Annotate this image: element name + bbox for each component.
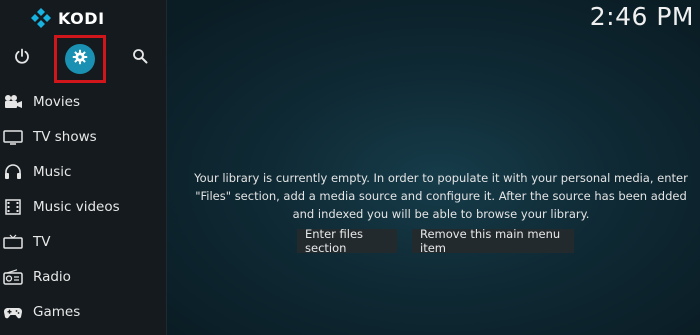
- menu-item-radio[interactable]: Radio: [0, 259, 166, 294]
- enter-files-section-button[interactable]: Enter files section: [297, 227, 397, 255]
- menu-label: TV: [33, 233, 51, 250]
- action-buttons: Enter files section Remove this main men…: [297, 227, 589, 255]
- movie-camera-icon: [2, 91, 24, 113]
- menu-item-tv-shows[interactable]: TV shows: [0, 119, 166, 154]
- gear-icon: [72, 49, 88, 69]
- menu-item-music-videos[interactable]: Music videos: [0, 189, 166, 224]
- headphones-icon: [2, 161, 24, 183]
- power-icon[interactable]: [2, 36, 42, 76]
- tv-icon: [2, 126, 24, 148]
- top-icon-bar: [0, 35, 166, 83]
- menu-label: Radio: [33, 268, 71, 285]
- clock: 2:46 PM: [589, 2, 694, 31]
- gamepad-icon: [2, 301, 24, 323]
- kodi-home-screen: KODI Movies TV shows Music Music videos …: [0, 0, 700, 335]
- menu-label: Music: [33, 163, 72, 180]
- menu-label: Games: [33, 303, 81, 320]
- menu-item-music[interactable]: Music: [0, 154, 166, 189]
- empty-library-message: Your library is currently empty. In orde…: [194, 171, 688, 221]
- menu-label: Music videos: [33, 198, 120, 215]
- settings-circle: [65, 44, 95, 74]
- remove-main-menu-item-button[interactable]: Remove this main menu item: [412, 227, 574, 255]
- menu-label: Movies: [33, 93, 80, 110]
- menu-item-games[interactable]: Games: [0, 294, 166, 329]
- logo-text: KODI: [58, 8, 105, 28]
- film-strip-icon: [2, 196, 24, 218]
- tv-antenna-icon: [2, 231, 24, 253]
- kodi-logo: KODI: [30, 6, 105, 30]
- search-icon[interactable]: [120, 36, 160, 76]
- main-menu: Movies TV shows Music Music videos TV Ra…: [0, 84, 166, 329]
- menu-item-movies[interactable]: Movies: [0, 84, 166, 119]
- settings-button[interactable]: [54, 35, 106, 83]
- kodi-logo-icon: [30, 7, 52, 29]
- radio-icon: [2, 266, 24, 288]
- menu-label: TV shows: [33, 128, 97, 145]
- sidebar: KODI Movies TV shows Music Music videos …: [0, 0, 167, 335]
- menu-item-tv[interactable]: TV: [0, 224, 166, 259]
